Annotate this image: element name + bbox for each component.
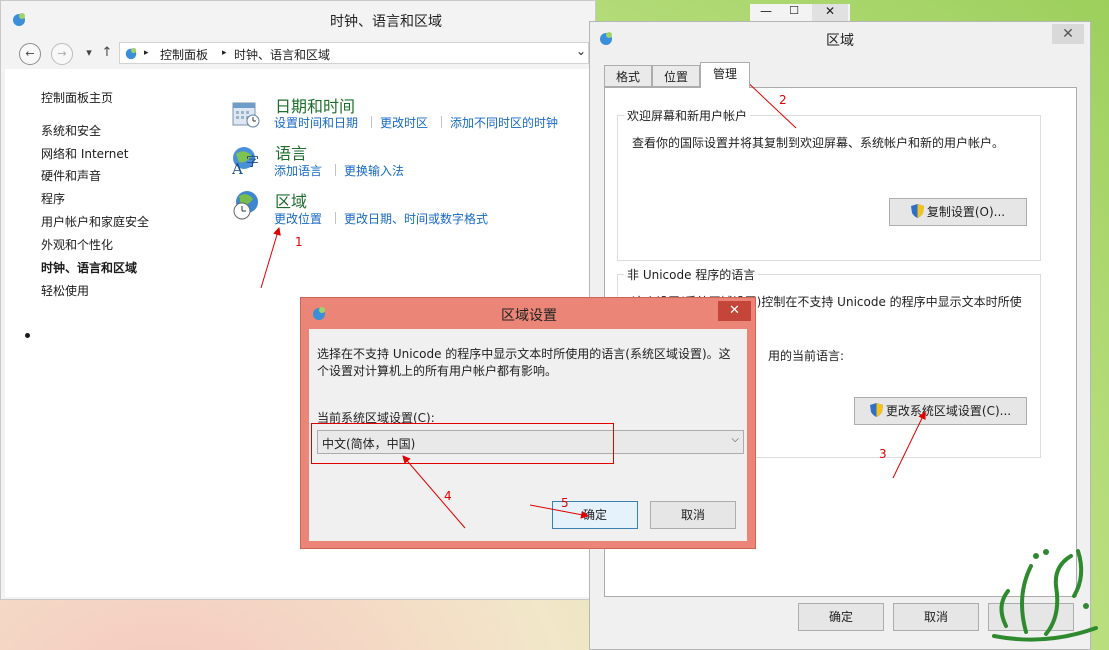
link-separator: [335, 164, 336, 176]
welcome-description: 查看你的国际设置并将其复制到欢迎屏幕、系统帐户和新的用户帐户。: [632, 136, 1005, 150]
up-button[interactable]: ↑: [97, 43, 117, 63]
recent-pages-button[interactable]: ▾: [79, 43, 99, 63]
annotation-number-2: 2: [779, 93, 787, 107]
link-separator: [371, 116, 372, 128]
change-date-time-number-format-link[interactable]: 更改日期、时间或数字格式: [344, 210, 488, 227]
tab-location[interactable]: 位置: [652, 65, 700, 87]
back-button[interactable]: ←: [19, 43, 41, 65]
change-location-link[interactable]: 更改位置: [274, 210, 322, 227]
annotation-number-4: 4: [444, 489, 452, 503]
svg-text:字: 字: [246, 155, 259, 170]
breadcrumb-control-panel[interactable]: 控制面板: [160, 46, 208, 63]
dialog-title: 区域设置: [501, 308, 557, 324]
sidebar-item-system-security[interactable]: 系统和安全: [41, 122, 101, 139]
ok-button[interactable]: 确定: [798, 603, 884, 631]
breadcrumb-clock-language-region[interactable]: 时钟、语言和区域: [234, 46, 330, 63]
group-legend: 欢迎屏幕和新用户帐户: [624, 107, 751, 124]
annotation-highlight-box: [311, 423, 614, 464]
sidebar-item-ease-of-access[interactable]: 轻松使用: [41, 282, 89, 299]
copy-settings-button[interactable]: 复制设置(O)...: [889, 198, 1027, 226]
annotation-number-1: 1: [295, 235, 303, 249]
calligraphy-watermark-logo: [992, 549, 1098, 642]
set-time-date-link[interactable]: 设置时间和日期: [274, 114, 358, 131]
cancel-button[interactable]: 取消: [650, 501, 736, 529]
close-button[interactable]: ✕: [1052, 24, 1084, 44]
cancel-button[interactable]: 取消: [893, 603, 979, 631]
sidebar-home-link[interactable]: 控制面板主页: [41, 89, 113, 106]
dialog-description-line2: 个设置对计算机上的所有用户帐户都有影响。: [317, 364, 558, 378]
category-language-title[interactable]: 语言: [275, 140, 307, 164]
address-bar[interactable]: ▸ 控制面板 ▸ 时钟、语言和区域 ⌄: [119, 42, 589, 64]
change-system-locale-button[interactable]: 更改系统区域设置(C)...: [854, 397, 1027, 425]
tab-administrative[interactable]: 管理: [700, 62, 750, 88]
window-title: 区域: [826, 33, 854, 49]
sidebar-item-appearance[interactable]: 外观和个性化: [41, 236, 113, 253]
address-dropdown-icon[interactable]: ⌄: [576, 44, 586, 58]
sidebar-item-network[interactable]: 网络和 Internet: [41, 145, 128, 162]
title-bar[interactable]: 时钟、语言和区域: [1, 1, 595, 39]
minimize-button[interactable]: —: [756, 4, 776, 18]
breadcrumb-separator: ▸: [144, 48, 149, 58]
add-clocks-link[interactable]: 添加不同时区的时钟: [450, 114, 558, 131]
link-separator: [441, 116, 442, 128]
add-language-link[interactable]: 添加语言: [274, 162, 322, 179]
sidebar-item-user-accounts[interactable]: 用户帐户和家庭安全: [41, 213, 149, 230]
chevron-down-icon: ⌵: [731, 434, 739, 445]
navigation-bar: ← → ▾ ↑ ▸ 控制面板 ▸ 时钟、语言和区域 ⌄: [9, 41, 589, 67]
control-panel-icon: [125, 47, 137, 60]
annotation-number-3: 3: [879, 447, 887, 461]
link-separator: [335, 212, 336, 224]
welcome-screen-group: 欢迎屏幕和新用户帐户 查看你的国际设置并将其复制到欢迎屏幕、系统帐户和新的用户帐…: [617, 107, 1041, 261]
forward-button[interactable]: →: [51, 43, 73, 65]
breadcrumb-separator: ▸: [222, 48, 227, 58]
sidebar-item-clock-language-region[interactable]: 时钟、语言和区域: [41, 259, 137, 276]
window-controls: — ☐ ✕: [750, 4, 850, 22]
close-button[interactable]: ✕: [812, 4, 848, 22]
calendar-clock-icon: [232, 102, 260, 128]
dialog-description-line1: 选择在不支持 Unicode 的程序中显示文本时所使用的语言(系统区域设置)。这: [317, 347, 731, 361]
uac-shield-icon: [910, 204, 924, 218]
uac-shield-icon: [869, 403, 883, 417]
category-region-title[interactable]: 区域: [275, 188, 307, 212]
close-button[interactable]: ✕: [718, 301, 751, 321]
group-legend: 非 Unicode 程序的语言: [624, 266, 759, 283]
maximize-button[interactable]: ☐: [784, 4, 804, 17]
tab-formats[interactable]: 格式: [604, 65, 652, 87]
annotation-number-5: 5: [561, 496, 569, 510]
change-timezone-link[interactable]: 更改时区: [380, 114, 428, 131]
svg-text:A: A: [231, 160, 243, 176]
current-item-bullet: [25, 333, 30, 338]
sidebar-item-programs[interactable]: 程序: [41, 190, 65, 207]
region-globe-clock-icon: [233, 191, 258, 220]
sidebar-item-hardware-sound[interactable]: 硬件和声音: [41, 167, 101, 184]
change-input-method-link[interactable]: 更换输入法: [344, 162, 404, 179]
language-icon: A 字: [231, 147, 259, 176]
